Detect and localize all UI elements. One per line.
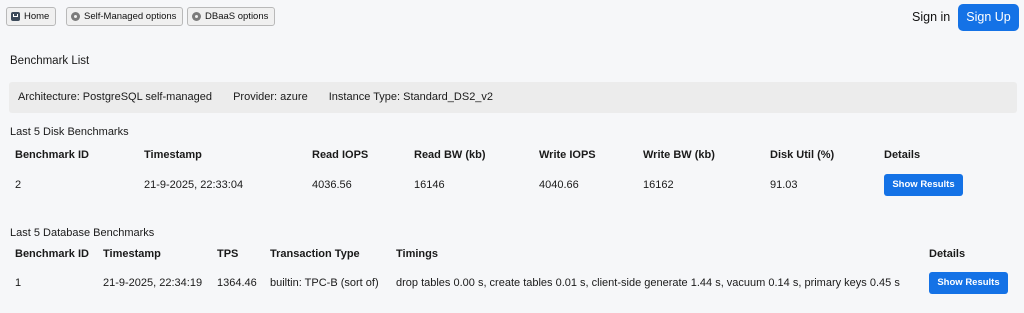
instance-type-text: Instance Type: Standard_DS2_v2 (328, 91, 494, 103)
benchmark-id-cell: 1 (15, 277, 22, 289)
write-bw-cell: 16162 (643, 179, 674, 191)
dbaas-options-label: DBaaS options (205, 11, 269, 22)
database-benchmarks-title: Last 5 Database Benchmarks (10, 227, 155, 239)
dbaas-options-button[interactable]: DBaaS options (187, 7, 276, 26)
column-header: TPS (217, 248, 239, 260)
benchmark-list-title: Benchmark List (10, 55, 90, 67)
timestamp-cell: 21-9-2025, 22:33:04 (144, 179, 244, 191)
timestamp-cell: 21-9-2025, 22:34:19 (103, 277, 203, 289)
transaction-type-cell: builtin: TPC-B (sort of) (270, 277, 379, 289)
show-results-button[interactable]: Show Results (884, 174, 963, 196)
column-header: Timestamp (103, 248, 161, 260)
architecture-text: Architecture: PostgreSQL self-managed (18, 91, 213, 103)
show-results-button[interactable]: Show Results (929, 272, 1008, 294)
column-header: Read BW (kb) (414, 149, 486, 161)
column-header: Transaction Type (270, 248, 360, 260)
read-bw-cell: 16146 (414, 179, 445, 191)
benchmark-id-cell: 2 (15, 179, 22, 191)
self-managed-options-label: Self-Managed options (84, 11, 177, 22)
column-header: Details (929, 248, 966, 260)
tps-cell: 1364.46 (217, 277, 257, 289)
home-icon (11, 12, 20, 21)
column-header: Read IOPS (312, 149, 369, 161)
column-header: Disk Util (%) (770, 149, 835, 161)
timings-cell: drop tables 0.00 s, create tables 0.01 s… (396, 277, 900, 289)
column-header: Write IOPS (539, 149, 596, 161)
column-header: Benchmark ID (15, 248, 89, 260)
column-header: Details (884, 149, 921, 161)
sign-up-button[interactable]: Sign Up (958, 4, 1019, 31)
column-header: Timestamp (144, 149, 202, 161)
instance-info-bar: Architecture: PostgreSQL self-managed Pr… (9, 82, 1017, 113)
home-button-label: Home (24, 11, 50, 22)
column-header: Write BW (kb) (643, 149, 715, 161)
gear-icon (71, 12, 80, 21)
top-navigation: Home Self-Managed options DBaaS options … (0, 0, 1024, 34)
provider-text: Provider: azure (233, 91, 308, 103)
column-header: Timings (396, 248, 438, 260)
read-iops-cell: 4036.56 (312, 179, 352, 191)
self-managed-options-button[interactable]: Self-Managed options (66, 7, 184, 26)
home-button[interactable]: Home (6, 7, 57, 26)
column-header: Benchmark ID (15, 149, 89, 161)
gear-icon (192, 12, 201, 21)
disk-benchmarks-title: Last 5 Disk Benchmarks (10, 126, 129, 138)
disk-util-cell: 91.03 (770, 179, 798, 191)
write-iops-cell: 4040.66 (539, 179, 579, 191)
sign-in-link[interactable]: Sign in (912, 10, 950, 24)
